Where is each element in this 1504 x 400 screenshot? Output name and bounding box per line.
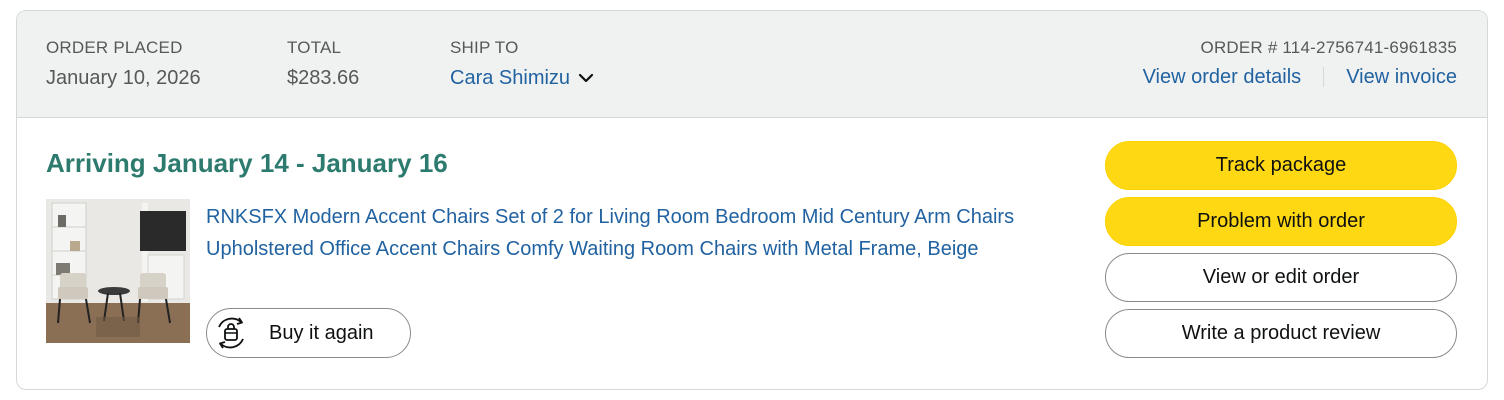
order-meta: ORDER # 114-2756741-6961835 View order d…	[1143, 38, 1457, 89]
product-thumbnail[interactable]	[46, 199, 190, 343]
ship-to-dropdown[interactable]: Cara Shimizu	[450, 66, 594, 90]
problem-with-order-button[interactable]: Problem with order	[1105, 197, 1457, 246]
link-divider	[1323, 67, 1325, 87]
buy-it-again-label: Buy it again	[269, 321, 374, 344]
order-total: TOTAL $283.66	[287, 38, 359, 90]
order-header: ORDER PLACED January 10, 2026 TOTAL $283…	[17, 11, 1487, 118]
reorder-bag-icon	[218, 317, 244, 349]
delivery-status: Arriving January 14 - January 16	[46, 148, 448, 178]
order-placed: ORDER PLACED January 10, 2026	[46, 38, 201, 90]
buy-it-again-button[interactable]: Buy it again	[206, 308, 411, 358]
ship-to-label: SHIP TO	[450, 38, 519, 57]
total-label: TOTAL	[287, 38, 342, 57]
order-actions: Track package Problem with order View or…	[1105, 141, 1457, 365]
order-card: ORDER PLACED January 10, 2026 TOTAL $283…	[16, 10, 1488, 390]
write-review-button[interactable]: Write a product review	[1105, 309, 1457, 358]
order-placed-date: January 10, 2026	[46, 67, 201, 89]
view-edit-order-button[interactable]: View or edit order	[1105, 253, 1457, 302]
view-invoice-link[interactable]: View invoice	[1346, 65, 1457, 89]
ship-to: SHIP TO Cara Shimizu	[450, 38, 594, 90]
chevron-down-icon[interactable]	[578, 70, 594, 86]
track-package-button[interactable]: Track package	[1105, 141, 1457, 190]
view-order-details-link[interactable]: View order details	[1143, 65, 1302, 89]
order-number: ORDER # 114-2756741-6961835	[1200, 38, 1457, 57]
total-value: $283.66	[287, 67, 360, 89]
ship-to-name[interactable]: Cara Shimizu	[450, 66, 570, 90]
order-links: View order details View invoice	[1143, 65, 1457, 89]
order-placed-label: ORDER PLACED	[46, 38, 183, 57]
product-title-link[interactable]: RNKSFX Modern Accent Chairs Set of 2 for…	[206, 201, 1066, 265]
